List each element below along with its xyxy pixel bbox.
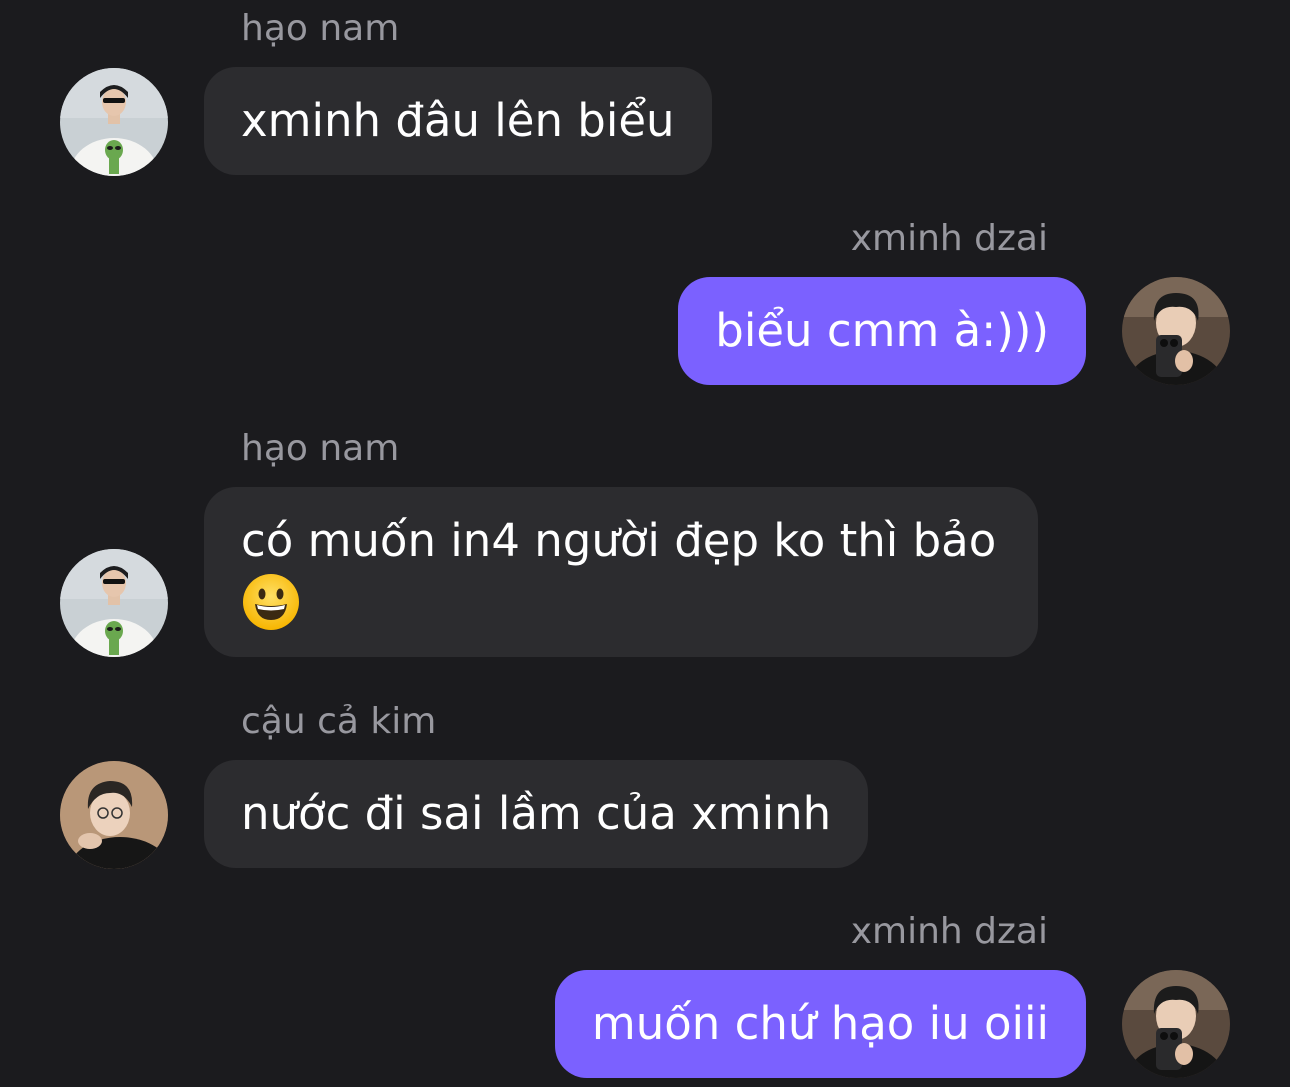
- sender-name: xminh dzai: [850, 911, 1048, 952]
- sender-name: hạo nam: [241, 428, 400, 469]
- message-bubble-incoming[interactable]: có muốn in4 người đẹp ko thì bảo: [204, 487, 1038, 657]
- message-text: có muốn in4 người đẹp ko thì bảo: [241, 514, 997, 567]
- message-text: muốn chứ hạo iu oiii: [591, 997, 1049, 1050]
- message-bubble-outgoing[interactable]: muốn chứ hạo iu oiii: [554, 970, 1086, 1078]
- avatar-xminh[interactable]: [1122, 970, 1230, 1078]
- message-bubble-outgoing[interactable]: biểu cmm à:))): [678, 277, 1086, 385]
- message-text: xminh đâu lên biểu: [241, 94, 675, 147]
- avatar-xminh[interactable]: [1122, 277, 1230, 385]
- message-text: biểu cmm à:))): [715, 304, 1049, 357]
- grinning-face-icon: [241, 572, 301, 648]
- sender-name: cậu cả kim: [241, 701, 437, 742]
- sender-name: xminh dzai: [850, 218, 1048, 259]
- message-bubble-incoming[interactable]: nước đi sai lầm của xminh: [204, 760, 869, 868]
- avatar-hao-nam[interactable]: [60, 549, 168, 657]
- avatar-cau-ca-kim[interactable]: [60, 761, 168, 869]
- message-text: nước đi sai lầm của xminh: [241, 787, 832, 840]
- message-bubble-incoming[interactable]: xminh đâu lên biểu: [204, 67, 712, 175]
- sender-name: hạo nam: [241, 8, 400, 49]
- avatar-hao-nam[interactable]: [60, 68, 168, 176]
